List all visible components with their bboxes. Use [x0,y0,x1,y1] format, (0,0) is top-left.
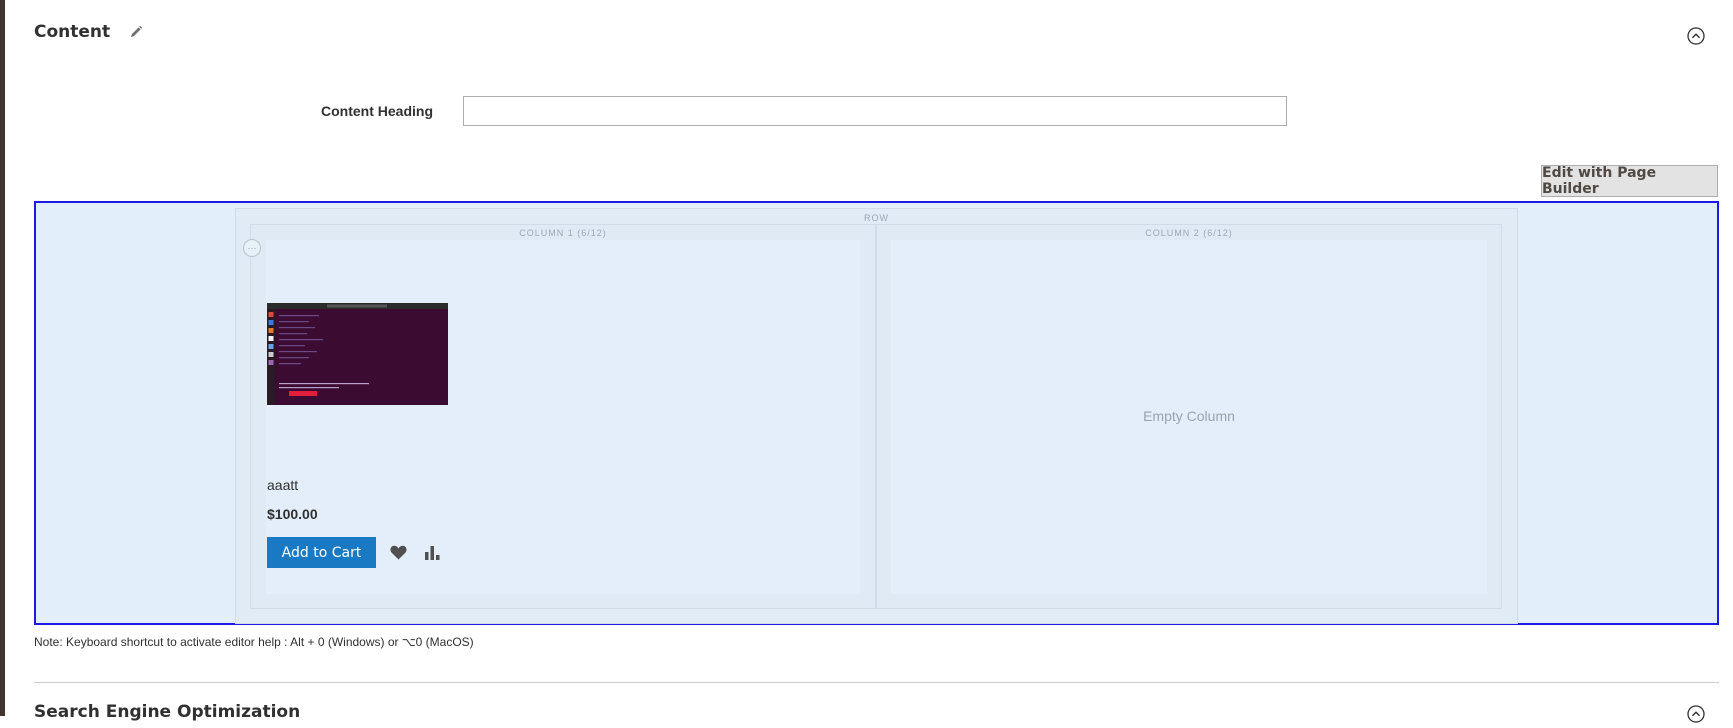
column-1-label: COLUMN 1 (6/12) [519,228,607,238]
content-section-header[interactable]: Content [34,22,144,42]
chevron-up-circle-icon[interactable] [1687,27,1705,45]
product-name[interactable]: aaatt [267,477,298,493]
window-edge [0,0,5,716]
content-heading-input[interactable] [463,96,1287,126]
edit-with-page-builder-button[interactable]: Edit with Page Builder [1541,165,1718,197]
column-2-label: COLUMN 2 (6/12) [1145,228,1233,238]
keyboard-shortcut-note: Note: Keyboard shortcut to activate edit… [34,635,474,649]
heart-icon[interactable] [390,545,407,560]
content-heading-label: Content Heading [321,103,433,119]
product-image[interactable] [267,303,448,405]
bar-chart-icon[interactable] [424,545,441,561]
pencil-icon[interactable] [128,24,144,40]
chevron-up-circle-icon[interactable] [1687,705,1705,723]
empty-column-placeholder: Empty Column [1143,408,1235,424]
product-price: $100.00 [267,506,318,522]
section-divider [34,682,1719,683]
move-handle-icon[interactable]: ··· [243,239,261,257]
row-label: ROW [864,213,889,223]
add-to-cart-button[interactable]: Add to Cart [267,537,376,568]
seo-section-title[interactable]: Search Engine Optimization [34,702,300,722]
content-section-title: Content [34,22,111,42]
